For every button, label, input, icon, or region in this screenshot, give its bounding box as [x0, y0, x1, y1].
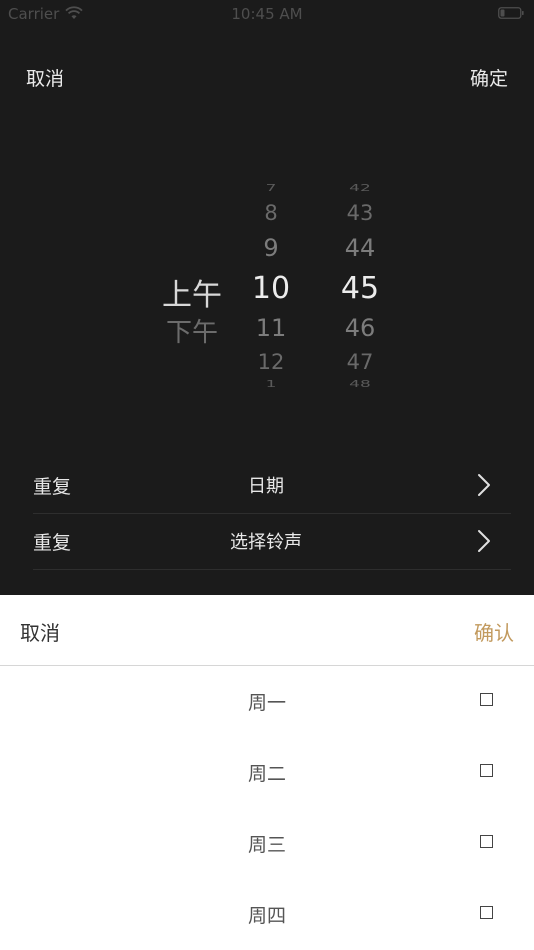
- weekday-label: 周三: [247, 834, 286, 856]
- confirm-button[interactable]: 确定: [470, 64, 508, 91]
- alarm-screen: Carrier 10:45 AM 取消 确定 上午 下午 7 8 9 10 11…: [0, 0, 534, 950]
- ampm-wheel[interactable]: 上午 下午: [152, 180, 232, 400]
- checkbox-icon[interactable]: [480, 693, 493, 706]
- weekday-label: 周四: [247, 905, 286, 927]
- row-value: 选择铃声: [230, 532, 302, 553]
- sheet-header: 取消 确认: [0, 595, 534, 666]
- sheet-confirm-button[interactable]: 确认: [474, 617, 514, 646]
- time-picker[interactable]: 上午 下午 7 8 9 10 11 12 1 42 43 44 45 46 47…: [0, 180, 534, 400]
- chevron-right-icon: [478, 474, 490, 496]
- weekday-sheet: 取消 确认 周一 周二 周三 周四: [0, 595, 534, 950]
- weekday-row-tue[interactable]: 周二: [0, 737, 534, 808]
- cancel-button[interactable]: 取消: [26, 64, 64, 91]
- sheet-cancel-button[interactable]: 取消: [20, 617, 60, 646]
- minute-option[interactable]: 48: [322, 379, 398, 390]
- ringtone-row[interactable]: 重复 选择铃声: [33, 513, 511, 570]
- battery-icon: [498, 7, 524, 19]
- minute-selected[interactable]: 45: [322, 271, 398, 306]
- checkbox-icon[interactable]: [480, 906, 493, 919]
- hour-wheel[interactable]: 7 8 9 10 11 12 1: [236, 180, 306, 400]
- weekday-row-wed[interactable]: 周三: [0, 808, 534, 879]
- hour-option[interactable]: 1: [236, 379, 306, 390]
- hour-option[interactable]: 11: [236, 314, 306, 342]
- minute-wheel[interactable]: 42 43 44 45 46 47 48: [322, 180, 398, 400]
- row-value: 日期: [248, 476, 284, 497]
- hour-option[interactable]: 7: [236, 183, 306, 194]
- weekday-label: 周二: [247, 763, 286, 785]
- hour-option[interactable]: 9: [236, 234, 306, 262]
- repeat-date-row[interactable]: 重复 日期: [33, 457, 511, 514]
- hour-option[interactable]: 12: [236, 350, 306, 374]
- minute-option[interactable]: 46: [322, 314, 398, 342]
- weekday-label: 周一: [247, 692, 286, 714]
- minute-option[interactable]: 43: [322, 201, 398, 225]
- checkbox-icon[interactable]: [480, 835, 493, 848]
- status-time: 10:45 AM: [231, 5, 303, 23]
- hour-option[interactable]: 8: [236, 201, 306, 225]
- minute-option[interactable]: 44: [322, 234, 398, 262]
- minute-option[interactable]: 42: [322, 183, 398, 194]
- ampm-selected[interactable]: 上午: [152, 270, 232, 314]
- checkbox-icon[interactable]: [480, 764, 493, 777]
- hour-selected[interactable]: 10: [236, 271, 306, 306]
- weekday-row-mon[interactable]: 周一: [0, 666, 534, 737]
- status-bar: Carrier 10:45 AM: [0, 0, 534, 28]
- chevron-right-icon: [478, 530, 490, 552]
- ampm-option[interactable]: 下午: [152, 312, 232, 349]
- minute-option[interactable]: 47: [322, 350, 398, 374]
- weekday-row-thu[interactable]: 周四: [0, 879, 534, 950]
